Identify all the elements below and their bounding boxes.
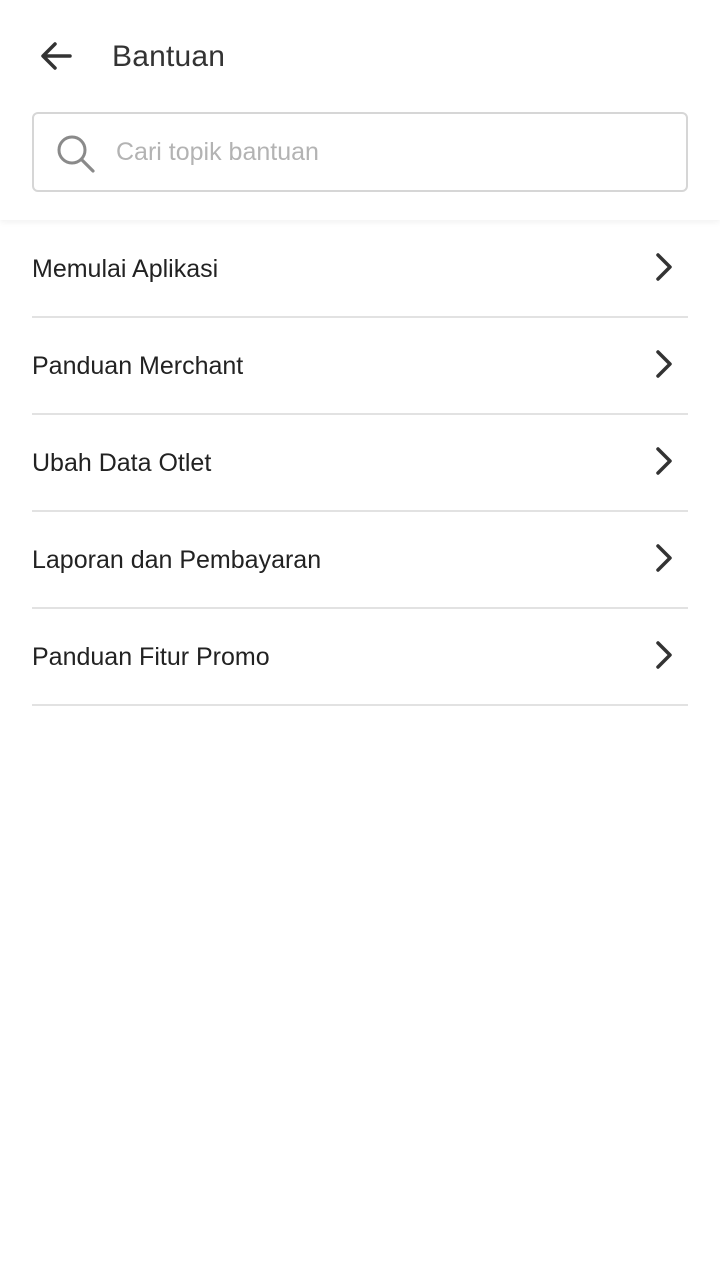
search-icon: [57, 135, 95, 173]
chevron-right-icon: [656, 544, 672, 572]
arrow-left-icon: [41, 42, 72, 70]
list-item-label: Memulai Aplikasi: [32, 255, 219, 283]
search-input[interactable]: [116, 114, 676, 190]
list-item-laporan-dan-pembayaran[interactable]: Laporan dan Pembayaran: [32, 512, 688, 609]
list-item-memulai-aplikasi[interactable]: Memulai Aplikasi: [32, 221, 688, 318]
list-item-ubah-data-otlet[interactable]: Ubah Data Otlet: [32, 415, 688, 512]
chevron-right-icon: [656, 641, 672, 669]
list-item-label: Panduan Fitur Promo: [32, 643, 270, 671]
list-item-label: Ubah Data Otlet: [32, 449, 212, 477]
chevron-right-icon: [656, 350, 672, 378]
list-item-label: Panduan Merchant: [32, 352, 244, 380]
topic-list: Memulai Aplikasi Panduan Merchant Ubah D…: [0, 221, 720, 706]
list-item-panduan-fitur-promo[interactable]: Panduan Fitur Promo: [32, 609, 688, 706]
list-item-label: Laporan dan Pembayaran: [32, 546, 322, 574]
search-box[interactable]: [32, 112, 688, 192]
chevron-right-icon: [656, 447, 672, 475]
list-item-panduan-merchant[interactable]: Panduan Merchant: [32, 318, 688, 415]
back-button[interactable]: [32, 32, 80, 80]
page-title: Bantuan: [112, 40, 226, 73]
app-bar: Bantuan: [0, 0, 720, 220]
chevron-right-icon: [656, 253, 672, 281]
